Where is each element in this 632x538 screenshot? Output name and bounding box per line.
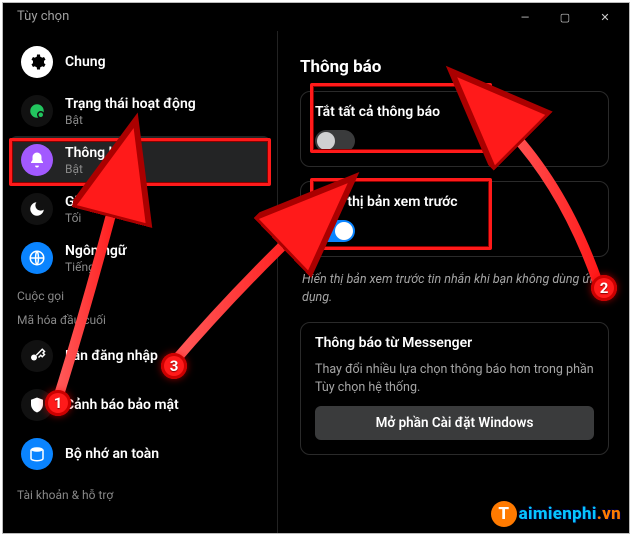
annotation-arrows — [3, 3, 630, 534]
watermark-text: aimienphi.vn — [519, 504, 621, 524]
watermark: T aimienphi.vn — [491, 501, 621, 527]
watermark-logo-icon: T — [491, 501, 517, 527]
